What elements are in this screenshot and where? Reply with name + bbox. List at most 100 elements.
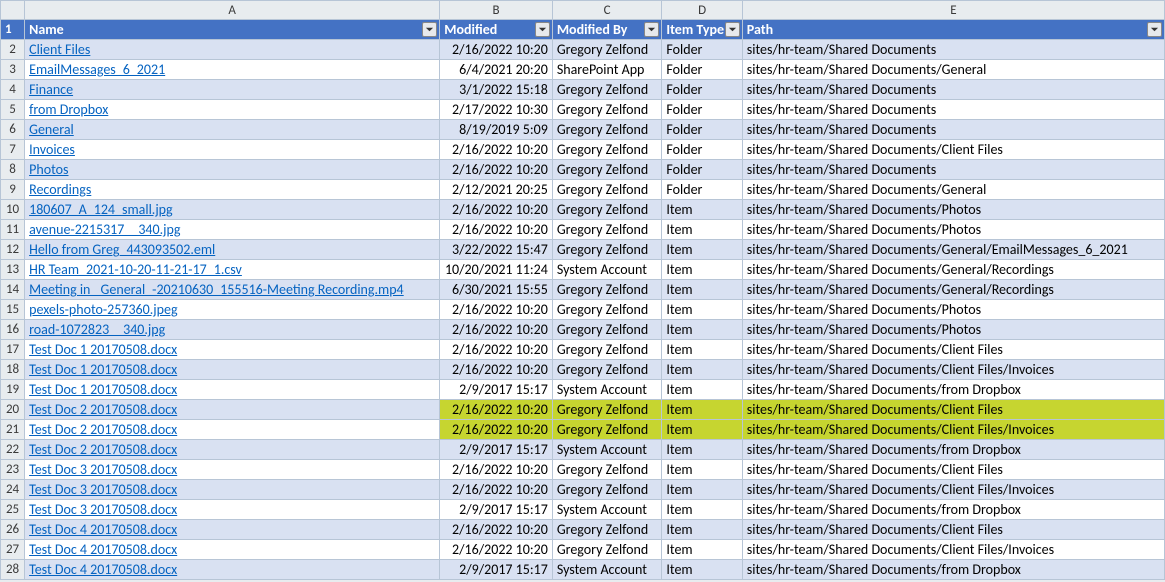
cell-path[interactable]: sites/hr-team/Shared Documents/from Drop… (742, 440, 1164, 460)
cell-path[interactable]: sites/hr-team/Shared Documents/Client Fi… (742, 360, 1164, 380)
row-number[interactable]: 21 (1, 420, 25, 440)
cell-modified-by[interactable]: System Account (552, 440, 662, 460)
cell-modified-by[interactable]: Gregory Zelfond (552, 220, 662, 240)
cell-item-type[interactable]: Item (662, 360, 742, 380)
select-all-corner[interactable] (1, 1, 25, 20)
cell-modified[interactable]: 2/16/2022 10:20 (440, 220, 553, 240)
row-number[interactable]: 8 (1, 160, 25, 180)
cell-item-type[interactable]: Folder (662, 100, 742, 120)
row-number[interactable]: 25 (1, 500, 25, 520)
cell-modified-by[interactable]: Gregory Zelfond (552, 160, 662, 180)
col-letter-B[interactable]: B (440, 1, 553, 20)
cell-name[interactable]: Test Doc 3 20170508.docx (25, 460, 440, 480)
filter-button-item-type[interactable] (725, 22, 740, 37)
cell-path[interactable]: sites/hr-team/Shared Documents (742, 120, 1164, 140)
cell-name[interactable]: Test Doc 4 20170508.docx (25, 560, 440, 580)
spreadsheet-grid[interactable]: A B C D E 1 Name Modified Modified By It… (0, 0, 1165, 580)
cell-name[interactable]: General (25, 120, 440, 140)
cell-path[interactable]: sites/hr-team/Shared Documents/Client Fi… (742, 140, 1164, 160)
file-link[interactable]: Test Doc 2 20170508.docx (29, 401, 177, 418)
cell-item-type[interactable]: Item (662, 260, 742, 280)
cell-item-type[interactable]: Item (662, 220, 742, 240)
cell-item-type[interactable]: Item (662, 440, 742, 460)
cell-modified-by[interactable]: Gregory Zelfond (552, 400, 662, 420)
row-number[interactable]: 26 (1, 520, 25, 540)
row-number[interactable]: 9 (1, 180, 25, 200)
file-link[interactable]: Test Doc 2 20170508.docx (29, 441, 177, 458)
cell-modified[interactable]: 2/9/2017 15:17 (440, 380, 553, 400)
cell-path[interactable]: sites/hr-team/Shared Documents/General/R… (742, 260, 1164, 280)
cell-path[interactable]: sites/hr-team/Shared Documents/Photos (742, 300, 1164, 320)
row-number[interactable]: 6 (1, 120, 25, 140)
cell-item-type[interactable]: Item (662, 460, 742, 480)
header-modified[interactable]: Modified (440, 20, 553, 40)
file-link[interactable]: Hello from Greg_443093502.eml (29, 241, 215, 258)
row-number[interactable]: 5 (1, 100, 25, 120)
file-link[interactable]: Client Files (29, 41, 90, 58)
filter-button-modified[interactable] (535, 22, 550, 37)
file-link[interactable]: EmailMessages_6_2021 (29, 61, 165, 78)
cell-name[interactable]: from Dropbox (25, 100, 440, 120)
file-link[interactable]: Test Doc 3 20170508.docx (29, 461, 177, 478)
cell-name[interactable]: Recordings (25, 180, 440, 200)
cell-path[interactable]: sites/hr-team/Shared Documents/Client Fi… (742, 420, 1164, 440)
cell-modified[interactable]: 3/1/2022 15:18 (440, 80, 553, 100)
cell-name[interactable]: Test Doc 3 20170508.docx (25, 480, 440, 500)
cell-modified[interactable]: 2/16/2022 10:20 (440, 520, 553, 540)
cell-modified[interactable]: 2/16/2022 10:20 (440, 160, 553, 180)
cell-name[interactable]: Test Doc 1 20170508.docx (25, 380, 440, 400)
cell-item-type[interactable]: Item (662, 200, 742, 220)
cell-path[interactable]: sites/hr-team/Shared Documents (742, 40, 1164, 60)
filter-button-path[interactable] (1147, 22, 1162, 37)
cell-path[interactable]: sites/hr-team/Shared Documents/General (742, 180, 1164, 200)
col-letter-D[interactable]: D (662, 1, 742, 20)
cell-modified[interactable]: 2/16/2022 10:20 (440, 140, 553, 160)
cell-modified[interactable]: 2/9/2017 15:17 (440, 560, 553, 580)
cell-path[interactable]: sites/hr-team/Shared Documents/Client Fi… (742, 460, 1164, 480)
cell-name[interactable]: Test Doc 2 20170508.docx (25, 440, 440, 460)
file-link[interactable]: Test Doc 1 20170508.docx (29, 381, 177, 398)
cell-path[interactable]: sites/hr-team/Shared Documents/Client Fi… (742, 520, 1164, 540)
cell-modified-by[interactable]: Gregory Zelfond (552, 40, 662, 60)
cell-item-type[interactable]: Folder (662, 140, 742, 160)
row-number[interactable]: 23 (1, 460, 25, 480)
row-number[interactable]: 28 (1, 560, 25, 580)
cell-modified-by[interactable]: Gregory Zelfond (552, 420, 662, 440)
header-modified-by[interactable]: Modified By (552, 20, 662, 40)
cell-path[interactable]: sites/hr-team/Shared Documents/Photos (742, 320, 1164, 340)
cell-item-type[interactable]: Item (662, 300, 742, 320)
file-link[interactable]: Test Doc 3 20170508.docx (29, 481, 177, 498)
cell-name[interactable]: avenue-2215317__340.jpg (25, 220, 440, 240)
cell-modified-by[interactable]: Gregory Zelfond (552, 340, 662, 360)
cell-modified-by[interactable]: Gregory Zelfond (552, 100, 662, 120)
cell-path[interactable]: sites/hr-team/Shared Documents/General (742, 60, 1164, 80)
cell-name[interactable]: Test Doc 3 20170508.docx (25, 500, 440, 520)
cell-modified-by[interactable]: System Account (552, 500, 662, 520)
cell-modified[interactable]: 2/16/2022 10:20 (440, 340, 553, 360)
cell-modified[interactable]: 2/9/2017 15:17 (440, 440, 553, 460)
cell-modified[interactable]: 2/16/2022 10:20 (440, 540, 553, 560)
cell-modified-by[interactable]: Gregory Zelfond (552, 200, 662, 220)
row-number[interactable]: 24 (1, 480, 25, 500)
cell-modified[interactable]: 2/16/2022 10:20 (440, 200, 553, 220)
file-link[interactable]: HR Team_2021-10-20-11-21-17_1.csv (29, 261, 242, 278)
row-number[interactable]: 17 (1, 340, 25, 360)
cell-name[interactable]: EmailMessages_6_2021 (25, 60, 440, 80)
filter-button-modified-by[interactable] (644, 22, 659, 37)
row-number[interactable]: 20 (1, 400, 25, 420)
cell-modified[interactable]: 6/30/2021 15:55 (440, 280, 553, 300)
row-number[interactable]: 1 (1, 20, 25, 40)
row-number[interactable]: 7 (1, 140, 25, 160)
row-number[interactable]: 11 (1, 220, 25, 240)
col-letter-A[interactable]: A (25, 1, 440, 20)
cell-name[interactable]: HR Team_2021-10-20-11-21-17_1.csv (25, 260, 440, 280)
cell-path[interactable]: sites/hr-team/Shared Documents/Client Fi… (742, 400, 1164, 420)
cell-modified-by[interactable]: SharePoint App (552, 60, 662, 80)
filter-button-name[interactable] (422, 22, 437, 37)
cell-path[interactable]: sites/hr-team/Shared Documents/General/E… (742, 240, 1164, 260)
cell-name[interactable]: Test Doc 1 20170508.docx (25, 340, 440, 360)
cell-modified-by[interactable]: Gregory Zelfond (552, 300, 662, 320)
cell-modified[interactable]: 2/16/2022 10:20 (440, 40, 553, 60)
cell-modified-by[interactable]: Gregory Zelfond (552, 480, 662, 500)
cell-modified[interactable]: 2/17/2022 10:30 (440, 100, 553, 120)
